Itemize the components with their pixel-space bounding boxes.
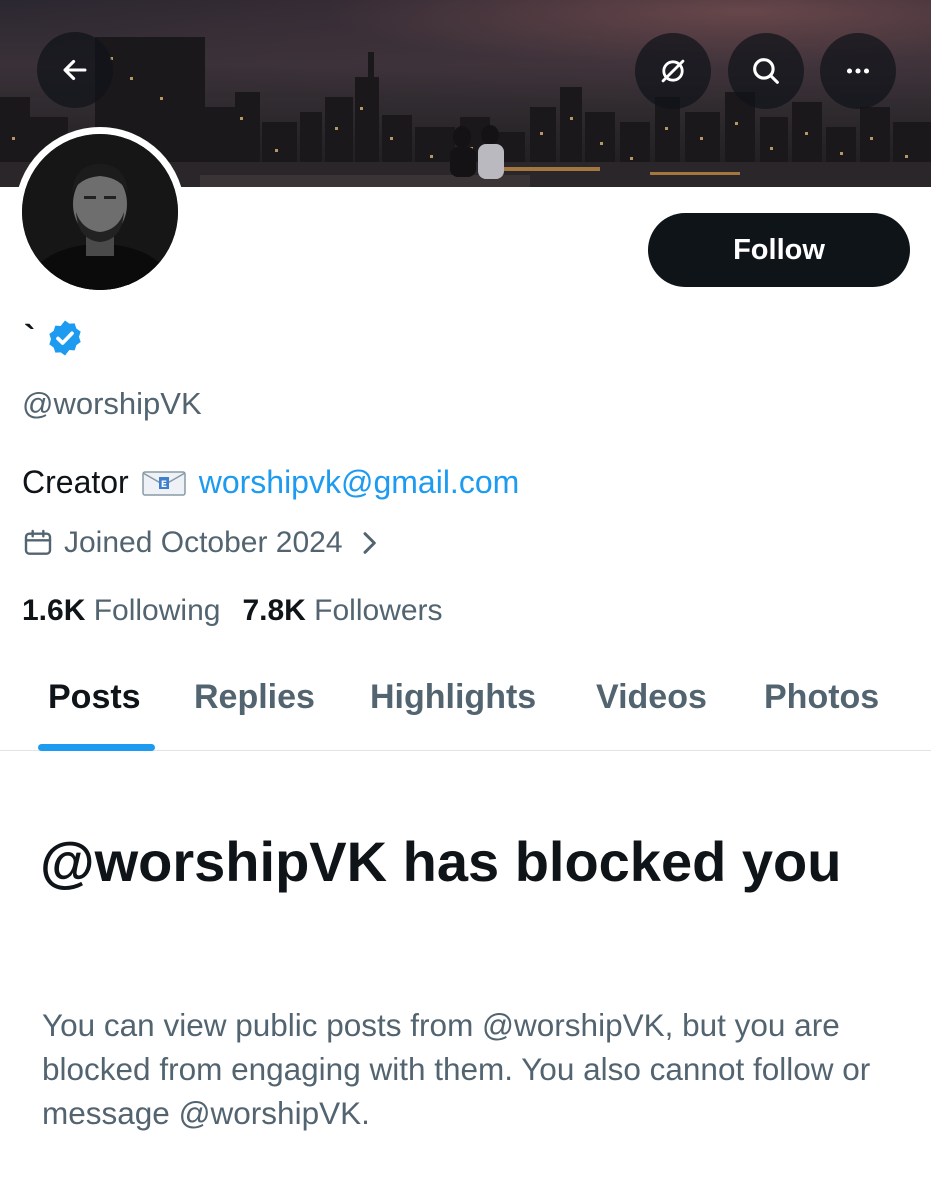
back-button[interactable] [37, 32, 113, 108]
search-button[interactable] [728, 33, 804, 109]
incoming-envelope-icon: E [141, 470, 186, 496]
blocked-notice-body: You can view public posts from @worshipV… [42, 1007, 871, 1131]
profile-handle: @worshipVK [22, 386, 202, 421]
verified-badge-icon[interactable] [45, 318, 85, 358]
followers-label: Followers [314, 594, 443, 627]
joined-date: Joined October 2024 [64, 526, 343, 559]
following-label: Following [93, 594, 221, 627]
blocked-notice-title: @worshipVK has blocked you [40, 830, 842, 893]
search-icon [753, 58, 779, 84]
followers-link[interactable]: 7.8K Followers [242, 594, 442, 628]
follow-stats: 1.6K Following 7.8K Followers [22, 594, 443, 628]
following-count: 1.6K [22, 594, 86, 627]
followers-count: 7.8K [242, 594, 306, 627]
tab-posts[interactable]: Posts [48, 678, 141, 717]
more-button[interactable] [820, 33, 896, 109]
grok-icon [661, 59, 685, 83]
following-link[interactable]: 1.6K Following [22, 594, 220, 628]
tab-highlights[interactable]: Highlights [370, 678, 536, 717]
chevron-right-icon [363, 532, 376, 554]
joined-date-row[interactable]: Joined October 2024 [22, 526, 385, 560]
profile-bio: Creator E worshipvk@gmail.com [22, 464, 519, 501]
tab-videos[interactable]: Videos [596, 678, 707, 717]
active-tab-indicator [38, 744, 155, 751]
calendar-icon [24, 529, 52, 555]
display-name: ` [24, 318, 36, 357]
profile-tabs: Posts Replies Highlights Videos Photos [0, 664, 931, 751]
follow-button[interactable]: Follow [648, 213, 910, 287]
grok-button[interactable] [635, 33, 711, 109]
more-icon [846, 68, 870, 74]
tab-replies[interactable]: Replies [194, 678, 315, 717]
avatar[interactable] [15, 127, 185, 297]
bio-text: Creator [22, 464, 129, 500]
display-name-row: ` [24, 318, 85, 358]
avatar-image [22, 134, 178, 290]
arrow-left-icon [63, 59, 87, 81]
svg-text:E: E [161, 480, 167, 490]
tab-photos[interactable]: Photos [764, 678, 879, 717]
bio-email-link[interactable]: worshipvk@gmail.com [199, 464, 520, 501]
